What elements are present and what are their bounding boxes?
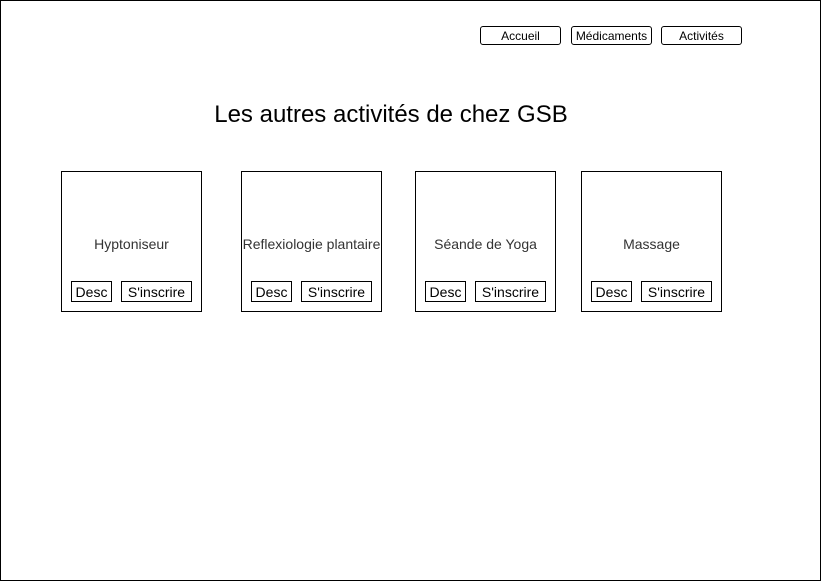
nav-accueil-button[interactable]: Accueil [480,26,561,45]
activity-card-title: Séande de Yoga [434,236,537,252]
signup-button[interactable]: S'inscrire [301,281,372,302]
signup-button[interactable]: S'inscrire [641,281,712,302]
activity-card-hyptoniseur: Hyptoniseur Desc S'inscrire [61,171,202,312]
activity-card-title: Reflexiologie plantaire [242,236,381,252]
signup-button[interactable]: S'inscrire [475,281,546,302]
page-title: Les autres activités de chez GSB [214,101,568,128]
activity-card-title: Massage [623,236,680,252]
nav-activites-button[interactable]: Activités [661,26,742,45]
activity-card-yoga: Séande de Yoga Desc S'inscrire [415,171,556,312]
nav-medicaments-button[interactable]: Médicaments [571,26,652,45]
activity-card-massage: Massage Desc S'inscrire [581,171,722,312]
desc-button[interactable]: Desc [425,281,466,302]
activity-card-title: Hyptoniseur [94,236,169,252]
signup-button[interactable]: S'inscrire [121,281,192,302]
desc-button[interactable]: Desc [591,281,632,302]
desc-button[interactable]: Desc [251,281,292,302]
activity-card-reflexiologie: Reflexiologie plantaire Desc S'inscrire [241,171,382,312]
desc-button[interactable]: Desc [71,281,112,302]
page-frame: Accueil Médicaments Activités Les autres… [0,0,821,581]
